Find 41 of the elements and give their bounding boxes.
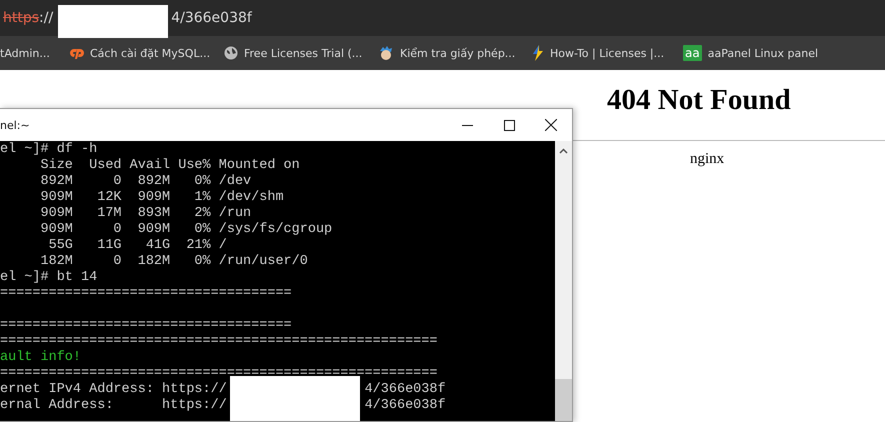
terminal-line: ==================================== xyxy=(0,318,292,333)
bookmark[interactable]: tAdmin... xyxy=(0,46,68,60)
bookmark[interactable]: Cách cài đặt MySQL... xyxy=(68,46,224,60)
terminal-line: 909M 17M 893M 2% /run xyxy=(40,206,252,221)
terminal-line: 909M 0 909M 0% /sys/fs/cgroup xyxy=(40,222,332,237)
address-bar[interactable]: https:// 4/366e038f xyxy=(0,0,885,36)
url-scheme: https xyxy=(3,10,40,26)
terminal-line: 4/366e038f xyxy=(364,398,446,413)
window-title: nel:~ xyxy=(0,118,31,132)
terminal-line: ernal Address: https:// xyxy=(0,398,227,413)
bookmark[interactable]: How-To | Licenses |... xyxy=(532,45,683,61)
url-text: :// xyxy=(39,10,54,26)
terminal-line: 182M 0 182M 0% /run/user/0 xyxy=(40,254,308,269)
page-heading: 404 Not Found xyxy=(607,84,791,117)
terminal-line: 55G 11G 41G 21% / xyxy=(48,238,227,253)
terminal-line: 892M 0 892M 0% /dev xyxy=(40,174,252,189)
maximize-icon xyxy=(504,120,514,130)
globe-icon xyxy=(224,46,238,60)
terminal-line: ==================================== xyxy=(0,286,292,301)
app-icon: aa xyxy=(683,45,702,61)
terminal-line: Size Used Avail Use% Mounted on xyxy=(40,158,300,173)
terminal-line: ====================================================== xyxy=(0,366,438,381)
terminal-line: 4/366e038f xyxy=(364,382,446,397)
close-icon xyxy=(545,119,557,131)
cpanel-icon xyxy=(68,47,84,59)
bookmark[interactable]: aa aaPanel Linux panel xyxy=(683,45,883,61)
terminal-line: 909M 12K 909M 1% /dev/shm xyxy=(40,190,284,205)
terminal-line: el ~]# bt 14 xyxy=(0,270,98,285)
bookmark[interactable]: Free Licenses Trial (... xyxy=(224,46,378,60)
lightning-icon xyxy=(532,45,544,61)
url-text: 4/366e038f xyxy=(171,10,252,26)
bookmark[interactable]: Kiểm tra giấy phép... xyxy=(378,45,532,61)
scrollbar[interactable] xyxy=(555,141,572,421)
terminal-line: ====================================================== xyxy=(0,334,438,349)
server-name: nginx xyxy=(690,151,724,168)
terminal-line: el ~]# df -h xyxy=(0,142,98,157)
scrollbar-thumb[interactable] xyxy=(555,379,572,421)
terminal-line: ernet IPv4 Address: https:// xyxy=(0,382,227,397)
figure-icon xyxy=(378,45,394,61)
terminal-line: ault info! xyxy=(0,350,82,365)
minimize-icon xyxy=(462,124,472,126)
